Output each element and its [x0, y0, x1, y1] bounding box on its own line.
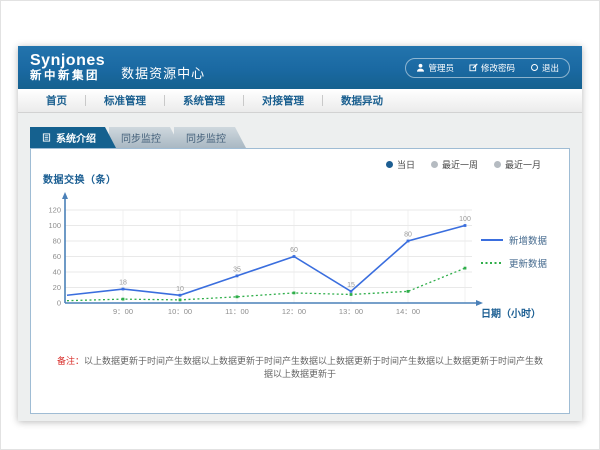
time-filter-label: 最近一月: [505, 158, 541, 171]
svg-text:11：00: 11：00: [225, 307, 249, 316]
solid-line-swatch: [481, 235, 503, 246]
tab-1[interactable]: 同步监控: [109, 127, 181, 148]
svg-text:100: 100: [48, 221, 61, 230]
edit-icon: [469, 63, 478, 72]
brand-logo: Synjones 新中新集团: [30, 53, 105, 83]
power-icon: [530, 63, 539, 72]
time-filter-0[interactable]: 当日: [386, 158, 415, 171]
svg-text:100: 100: [459, 216, 471, 223]
document-icon: [42, 133, 51, 142]
svg-text:40: 40: [53, 268, 61, 277]
svg-text:0: 0: [57, 299, 61, 308]
tab-2[interactable]: 同步监控: [174, 127, 246, 148]
tab-label: 同步监控: [186, 130, 226, 145]
nav-item-0[interactable]: 首页: [28, 93, 85, 108]
svg-text:80: 80: [404, 232, 412, 239]
time-filter-group: 当日 最近一周 最近一月: [386, 158, 541, 171]
content-area: 系统介绍 同步监控 同步监控 当日 最近一周 最近一月 数据交换（条） 0 20 40 60 8…: [18, 113, 582, 435]
admin-button[interactable]: 管理员: [416, 62, 454, 74]
tab-label: 同步监控: [121, 130, 161, 145]
footnote: 备注：以上数据更新于时间产生数据以上数据更新于时间产生数据以上数据更新于时间产生…: [31, 355, 569, 380]
nav-item-3[interactable]: 对接管理: [244, 93, 322, 108]
time-filter-2[interactable]: 最近一月: [494, 158, 541, 171]
user-action-label: 修改密码: [481, 62, 515, 74]
svg-text:60: 60: [53, 252, 61, 261]
svg-text:12：00: 12：00: [282, 307, 306, 316]
line-chart: 0 20 40 60 80 100 120 9：00 10：00 11：00 12：00 13：00 1…: [37, 189, 515, 321]
tab-0[interactable]: 系统介绍: [30, 127, 116, 148]
app-window: Synjones 新中新集团 数据资源中心 管理员修改密码退出 首页标准管理系统…: [18, 46, 582, 421]
svg-text:15: 15: [347, 282, 355, 289]
change-password-button[interactable]: 修改密码: [469, 62, 515, 74]
user-icon: [416, 63, 425, 72]
brand-subtitle: 新中新集团: [30, 71, 105, 83]
time-filter-1[interactable]: 最近一周: [431, 158, 478, 171]
chart-legend: 新增数据更新数据: [481, 233, 547, 270]
svg-text:35: 35: [233, 266, 241, 273]
legend-item-0: 新增数据: [481, 233, 547, 247]
time-filter-label: 当日: [397, 158, 415, 171]
svg-text:120: 120: [48, 206, 61, 215]
svg-text:10：00: 10：00: [168, 307, 192, 316]
svg-text:18: 18: [119, 280, 127, 287]
svg-text:60: 60: [290, 247, 298, 254]
svg-text:80: 80: [53, 237, 61, 246]
nav-item-1[interactable]: 标准管理: [86, 93, 164, 108]
user-action-label: 管理员: [428, 62, 454, 74]
user-actions-group: 管理员 修改密码 退出: [405, 58, 570, 78]
svg-text:13：00: 13：00: [339, 307, 363, 316]
radio-icon: [431, 161, 438, 168]
svg-text:9：00: 9：00: [113, 307, 133, 316]
tab-label: 系统介绍: [56, 130, 96, 145]
tab-bar: 系统介绍 同步监控 同步监控: [30, 127, 582, 148]
x-axis-title: 日期（小时）: [481, 305, 541, 320]
page-title: 数据资源中心: [121, 63, 205, 82]
main-nav: 首页标准管理系统管理对接管理数据异动: [18, 89, 582, 113]
svg-text:10: 10: [176, 286, 184, 293]
legend-label: 更新数据: [509, 256, 547, 270]
y-axis-title: 数据交换（条）: [43, 171, 117, 186]
footnote-text: 以上数据更新于时间产生数据以上数据更新于时间产生数据以上数据更新于时间产生数据以…: [84, 356, 543, 379]
content-panel: 当日 最近一周 最近一月 数据交换（条） 0 20 40 60 80 100 120 9：00 10…: [30, 148, 570, 414]
radio-icon: [386, 161, 393, 168]
radio-icon: [494, 161, 501, 168]
logout-button[interactable]: 退出: [530, 62, 559, 74]
legend-label: 新增数据: [509, 233, 547, 247]
nav-item-2[interactable]: 系统管理: [165, 93, 243, 108]
dotted-line-swatch: [481, 258, 503, 269]
screenshot-backdrop: Synjones 新中新集团 数据资源中心 管理员修改密码退出 首页标准管理系统…: [0, 0, 600, 450]
app-header: Synjones 新中新集团 数据资源中心 管理员 修改密码 退出: [18, 46, 582, 89]
footnote-label: 备注：: [57, 356, 84, 366]
svg-text:14：00: 14：00: [396, 307, 420, 316]
time-filter-label: 最近一周: [442, 158, 478, 171]
user-action-label: 退出: [542, 62, 559, 74]
svg-text:20: 20: [53, 283, 61, 292]
nav-item-4[interactable]: 数据异动: [323, 93, 401, 108]
brand-name: Synjones: [30, 53, 105, 69]
legend-item-1: 更新数据: [481, 256, 547, 270]
